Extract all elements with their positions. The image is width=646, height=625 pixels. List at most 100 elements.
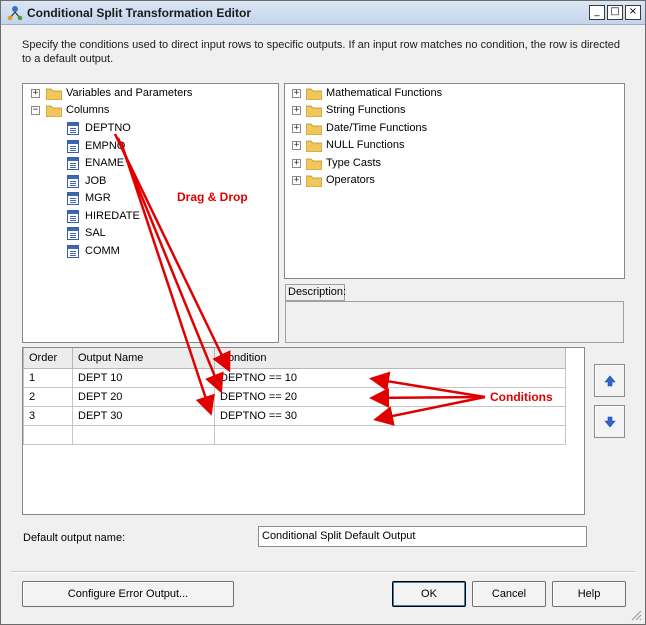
column-label: JOB: [85, 175, 107, 187]
collapse-icon[interactable]: −: [31, 106, 40, 115]
tree-node-columns[interactable]: − Columns: [23, 102, 273, 119]
expand-icon[interactable]: +: [292, 176, 301, 185]
column-header-output-name[interactable]: Output Name: [72, 348, 215, 369]
tree-node-label: Columns: [66, 104, 110, 116]
maximize-button[interactable]: □: [607, 5, 623, 20]
folder-icon: [306, 105, 322, 117]
expand-icon[interactable]: +: [292, 106, 301, 115]
instructions-text: Specify the conditions used to direct in…: [22, 39, 620, 65]
tree-node-label: Type Casts: [326, 157, 382, 169]
editor-window: Conditional Split Transformation Editor …: [0, 0, 646, 625]
table-row[interactable]: 1 DEPT 10 DEPTNO == 10: [23, 367, 566, 388]
folder-icon: [306, 158, 322, 170]
expand-icon[interactable]: +: [292, 141, 301, 150]
tree-node-date-time-functions[interactable]: + Date/Time Functions: [285, 120, 615, 137]
tree-node-type-casts[interactable]: + Type Casts: [285, 155, 615, 172]
order-cell[interactable]: 1: [23, 367, 73, 388]
move-down-button[interactable]: [594, 405, 625, 438]
conditions-grid[interactable]: Order Output Name Condition 1 DEPT 10 DE…: [22, 347, 585, 515]
order-cell[interactable]: [23, 424, 73, 445]
expand-icon[interactable]: +: [292, 124, 301, 133]
expand-icon[interactable]: +: [31, 89, 40, 98]
tree-node-label: String Functions: [326, 104, 406, 116]
column-item-sal[interactable]: SAL: [23, 225, 273, 242]
tree-node-operators[interactable]: + Operators: [285, 172, 615, 189]
title-bar[interactable]: Conditional Split Transformation Editor …: [1, 1, 645, 25]
description-label: Description:: [285, 284, 346, 301]
column-label: MGR: [85, 192, 111, 204]
column-header-condition[interactable]: Condition: [214, 348, 566, 369]
output-name-cell[interactable]: DEPT 30: [72, 405, 215, 426]
tree-node-string-functions[interactable]: + String Functions: [285, 102, 615, 119]
tree-node-label: Operators: [326, 174, 375, 186]
move-up-button[interactable]: [594, 364, 625, 397]
columns-tree[interactable]: + Variables and Parameters − Columns DEP…: [22, 83, 279, 343]
column-icon: [67, 210, 79, 223]
description-box: [285, 301, 624, 343]
configure-error-output-button[interactable]: Configure Error Output...: [22, 581, 234, 607]
column-label: DEPTNO: [85, 122, 131, 134]
tree-node-label: Date/Time Functions: [326, 122, 428, 134]
output-name-cell[interactable]: [72, 424, 215, 445]
column-item-comm[interactable]: COMM: [23, 243, 273, 260]
column-item-deptno[interactable]: DEPTNO: [23, 120, 273, 137]
folder-icon: [306, 123, 322, 135]
tree-node-label: NULL Functions: [326, 139, 405, 151]
order-cell[interactable]: 2: [23, 386, 73, 407]
expand-icon[interactable]: +: [292, 89, 301, 98]
window-title: Conditional Split Transformation Editor: [27, 6, 251, 20]
minimize-button[interactable]: _: [589, 5, 605, 20]
conditions-annotation: Conditions: [490, 390, 553, 404]
column-icon: [67, 175, 79, 188]
default-output-input[interactable]: Conditional Split Default Output: [258, 526, 587, 547]
column-label: SAL: [85, 227, 106, 239]
column-label: HIREDATE: [85, 210, 140, 222]
condition-cell[interactable]: DEPTNO == 30: [214, 405, 566, 426]
output-name-cell[interactable]: DEPT 20: [72, 386, 215, 407]
column-icon: [67, 140, 79, 153]
functions-tree[interactable]: + Mathematical Functions + String Functi…: [284, 83, 625, 279]
column-item-empno[interactable]: EMPNO: [23, 138, 273, 155]
column-icon: [67, 157, 79, 170]
tree-node-variables[interactable]: + Variables and Parameters: [23, 85, 273, 102]
folder-icon: [306, 140, 322, 152]
folder-icon: [306, 88, 322, 100]
column-header-order[interactable]: Order: [23, 348, 73, 369]
column-icon: [67, 192, 79, 205]
order-cell[interactable]: 3: [23, 405, 73, 426]
condition-cell[interactable]: DEPTNO == 10: [214, 367, 566, 388]
resize-grip-icon[interactable]: [630, 609, 642, 621]
column-label: ENAME: [85, 157, 125, 169]
output-name-cell[interactable]: DEPT 10: [72, 367, 215, 388]
tree-node-null-functions[interactable]: + NULL Functions: [285, 137, 615, 154]
table-row[interactable]: 2 DEPT 20 DEPTNO == 20: [23, 386, 566, 407]
cancel-button[interactable]: Cancel: [472, 581, 546, 607]
ok-button[interactable]: OK: [392, 581, 466, 607]
tree-node-label: Variables and Parameters: [66, 87, 193, 99]
close-button[interactable]: ×: [625, 5, 641, 20]
help-button[interactable]: Help: [552, 581, 626, 607]
folder-icon: [306, 175, 322, 187]
column-icon: [67, 122, 79, 135]
condition-cell[interactable]: [214, 424, 566, 445]
drag-drop-annotation: Drag & Drop: [177, 190, 248, 204]
table-row[interactable]: 3 DEPT 30 DEPTNO == 30: [23, 405, 566, 426]
column-item-job[interactable]: JOB: [23, 173, 273, 190]
arrow-up-icon: [604, 375, 616, 387]
tree-node-mathematical-functions[interactable]: + Mathematical Functions: [285, 85, 615, 102]
default-output-label: Default output name:: [23, 532, 126, 544]
column-item-hiredate[interactable]: HIREDATE: [23, 208, 273, 225]
tree-node-label: Mathematical Functions: [326, 87, 443, 99]
column-icon: [67, 227, 79, 240]
column-item-ename[interactable]: ENAME: [23, 155, 273, 172]
expand-icon[interactable]: +: [292, 159, 301, 168]
column-label: EMPNO: [85, 140, 126, 152]
folder-icon: [46, 88, 62, 100]
column-icon: [67, 245, 79, 258]
column-label: COMM: [85, 245, 120, 257]
arrow-down-icon: [604, 416, 616, 428]
conditions-table: Order Output Name Condition 1 DEPT 10 DE…: [23, 348, 566, 445]
folder-open-icon: [46, 105, 62, 117]
transformation-icon: [7, 6, 23, 21]
table-row-new[interactable]: [23, 424, 566, 445]
